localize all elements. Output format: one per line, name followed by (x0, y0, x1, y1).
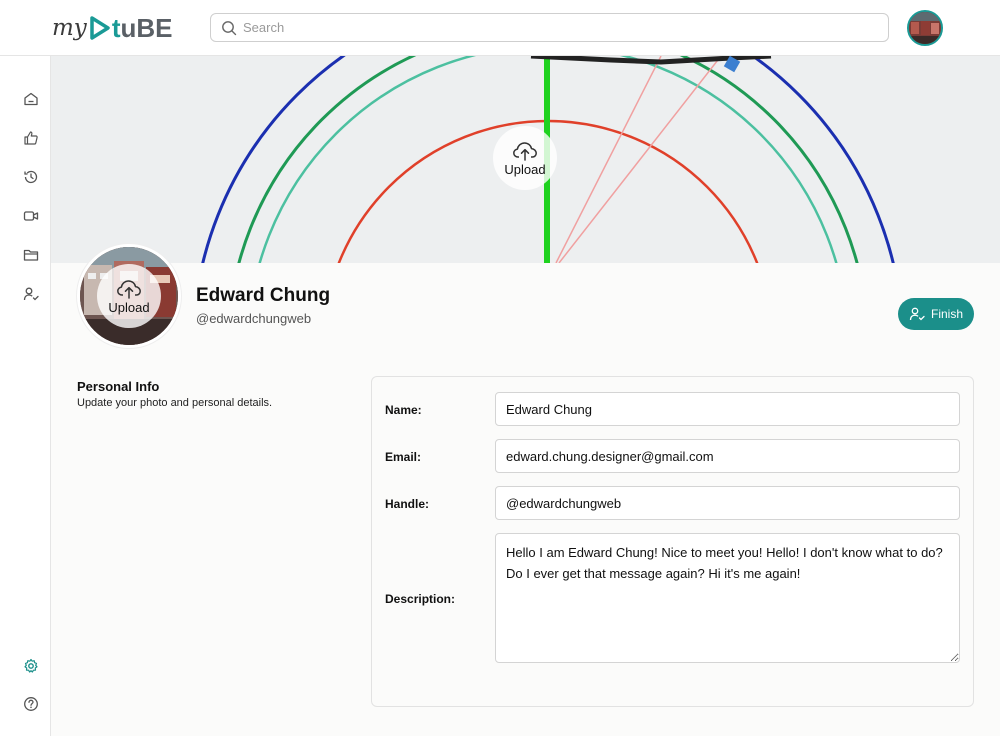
logo-text: tuBE (111, 12, 173, 43)
user-avatar[interactable] (907, 10, 943, 46)
finish-label: Finish (930, 307, 963, 321)
name-label: Name: (385, 403, 422, 417)
sidebar-item-videos[interactable] (21, 206, 41, 226)
video-icon (23, 211, 39, 221)
section-subtitle: Update your photo and personal details. (77, 397, 273, 409)
search-icon (222, 20, 237, 35)
sidebar-item-home[interactable] (21, 89, 41, 109)
sidebar-item-settings[interactable] (21, 656, 41, 676)
avatar-image (909, 12, 941, 44)
sidebar-item-collections[interactable] (21, 245, 41, 265)
channel-name: Edward Chung (196, 285, 331, 306)
user-check-icon (909, 307, 925, 321)
description-field[interactable]: Hello I am Edward Chung! Nice to meet yo… (495, 533, 960, 663)
top-bar: my tuBE (0, 0, 1000, 56)
folder-icon (23, 249, 39, 261)
banner-upload-button[interactable]: Upload (493, 126, 557, 190)
logo[interactable]: my tuBE (52, 12, 172, 44)
sidebar-item-history[interactable] (21, 167, 41, 187)
finish-button[interactable]: Finish (898, 298, 974, 330)
email-label: Email: (385, 450, 422, 464)
handle-label: Handle: (385, 497, 430, 511)
logo-prefix: my (52, 15, 87, 41)
cloud-upload-icon (117, 279, 141, 299)
email-field[interactable] (495, 439, 960, 473)
channel-handle: @edwardchungweb (196, 311, 312, 326)
play-icon (90, 16, 110, 40)
sidebar-item-subscriptions[interactable] (21, 284, 41, 304)
description-label: Description: (385, 592, 456, 606)
avatar-upload-label: Upload (108, 299, 150, 315)
cloud-upload-icon (513, 141, 537, 161)
search-input[interactable] (243, 20, 843, 35)
user-check-icon (23, 287, 39, 301)
history-icon (24, 170, 38, 184)
name-field[interactable] (495, 392, 960, 426)
thumbs-up-icon (24, 131, 38, 145)
handle-field[interactable] (495, 486, 960, 520)
help-icon (24, 697, 38, 711)
home-icon (24, 92, 38, 106)
sidebar (0, 56, 51, 736)
search-bar[interactable] (210, 13, 889, 42)
settings-icon (24, 658, 38, 673)
sidebar-item-liked[interactable] (21, 128, 41, 148)
profile-avatar[interactable]: Upload (77, 244, 181, 348)
banner-upload-label: Upload (504, 161, 546, 177)
sidebar-item-help[interactable] (21, 694, 41, 714)
avatar-upload-button[interactable]: Upload (97, 264, 161, 328)
section-title: Personal Info (77, 379, 160, 394)
channel-banner[interactable]: Upload (51, 56, 1000, 263)
